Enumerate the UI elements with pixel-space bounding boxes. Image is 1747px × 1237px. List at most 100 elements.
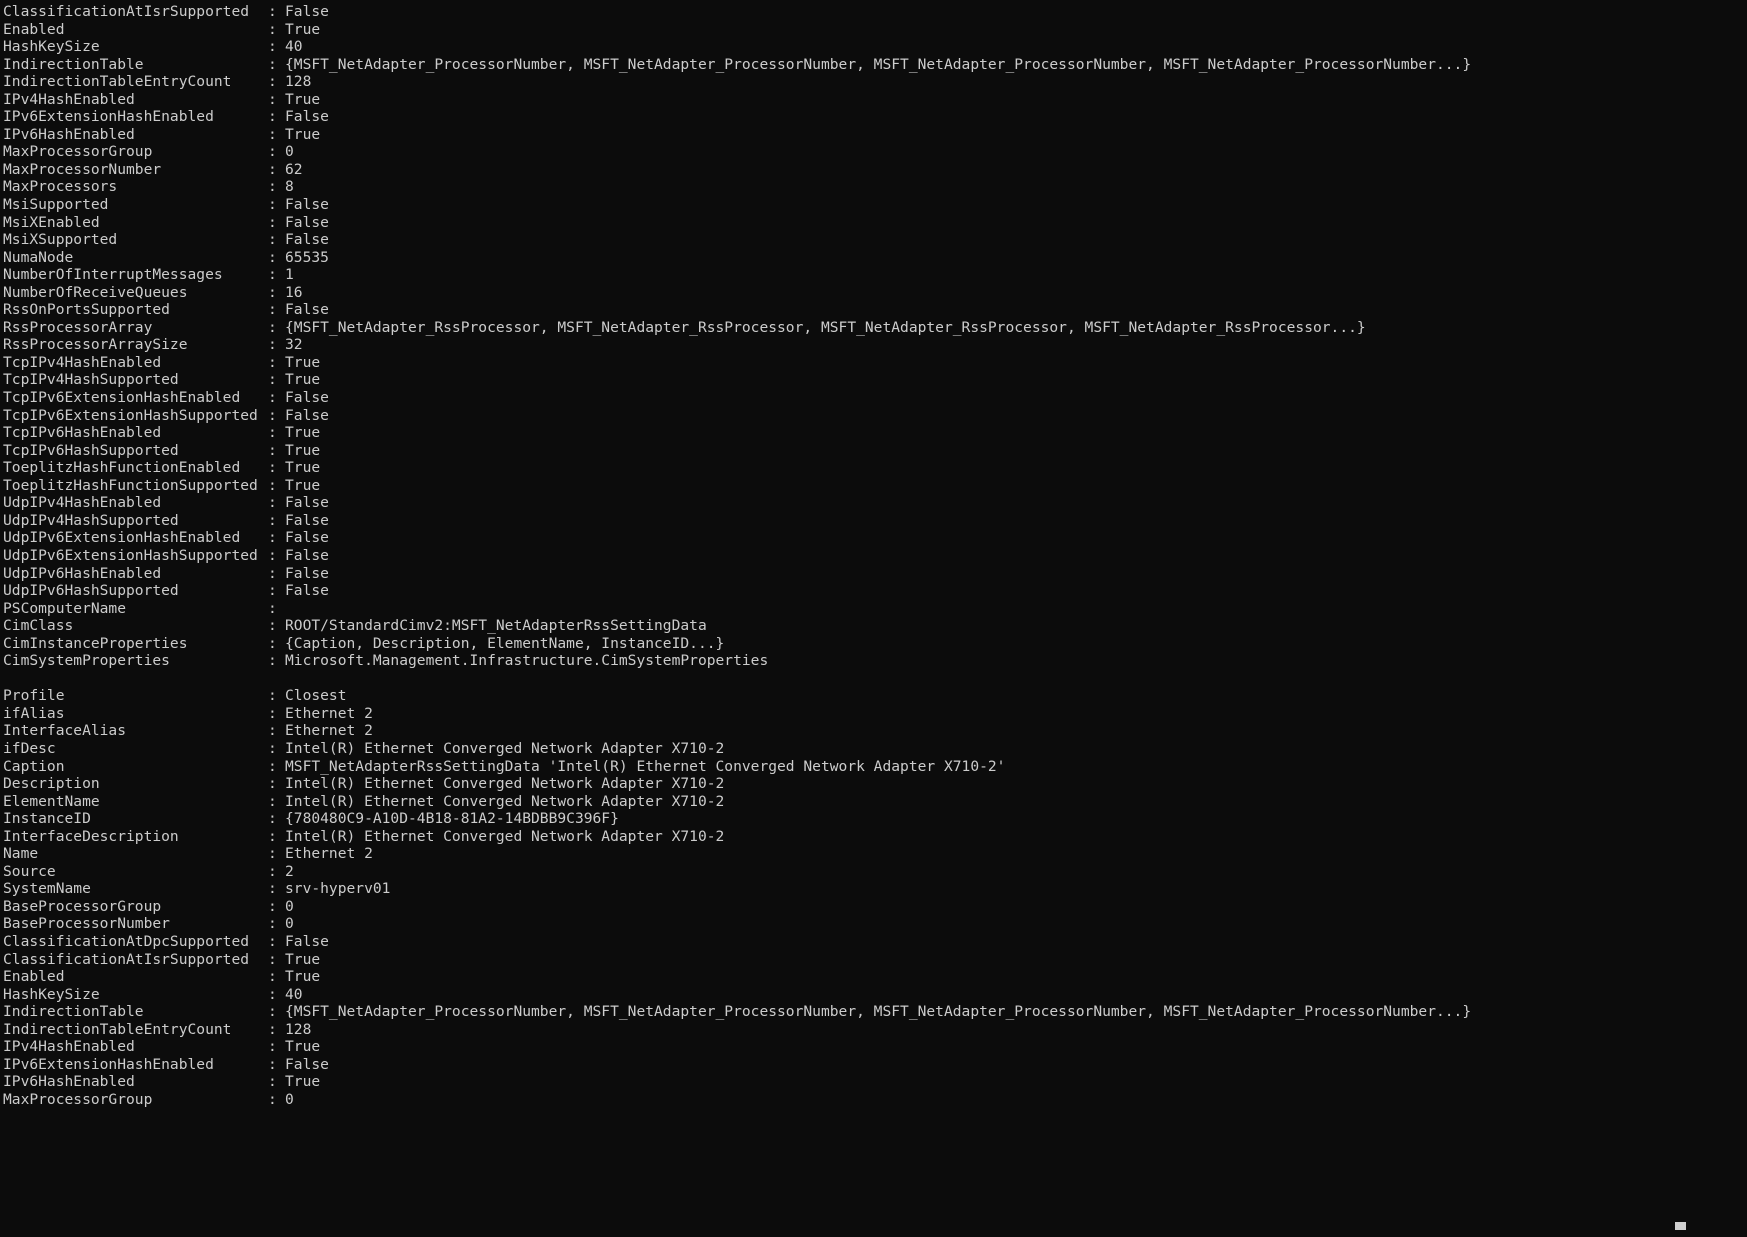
property-line: TcpIPv4HashSupported: True <box>3 371 1747 389</box>
property-separator: : <box>268 810 277 828</box>
property-line: IPv4HashEnabled: True <box>3 91 1747 109</box>
property-separator: : <box>268 827 277 845</box>
property-line: SystemName: srv-hyperv01 <box>3 880 1747 898</box>
property-separator: : <box>268 213 277 231</box>
property-line: Name: Ethernet 2 <box>3 845 1747 863</box>
property-value: srv-hyperv01 <box>285 880 391 898</box>
property-separator: : <box>268 897 277 915</box>
property-name: RssProcessorArraySize <box>3 336 188 354</box>
property-value: Ethernet 2 <box>285 722 373 740</box>
property-name: HashKeySize <box>3 38 100 56</box>
property-value: False <box>285 932 329 950</box>
property-separator: : <box>268 775 277 793</box>
property-name: Enabled <box>3 968 65 986</box>
property-value: False <box>285 564 329 582</box>
property-name: BaseProcessorNumber <box>3 915 170 933</box>
property-line: HashKeySize:40 <box>3 38 1747 56</box>
property-separator: : <box>268 652 277 670</box>
property-line: UdpIPv6ExtensionHashEnabled: False <box>3 529 1747 547</box>
property-line: MaxProcessorGroup:0 <box>3 1091 1747 1109</box>
property-name: CimClass <box>3 617 74 635</box>
property-line: TcpIPv6HashSupported: True <box>3 442 1747 460</box>
property-separator: : <box>268 301 277 319</box>
property-value: True <box>285 353 321 371</box>
property-line: IPv6HashEnabled: True <box>3 1073 1747 1091</box>
property-separator: : <box>268 511 277 529</box>
property-line: UdpIPv6HashEnabled: False <box>3 565 1747 583</box>
property-line: NumaNode:65535 <box>3 249 1747 267</box>
property-value: 65535 <box>285 248 329 266</box>
property-value: False <box>285 582 329 600</box>
property-separator: : <box>268 336 277 354</box>
property-value: True <box>285 441 321 459</box>
property-name: ClassificationAtIsrSupported <box>3 3 250 20</box>
property-separator: : <box>268 441 277 459</box>
property-line: NumberOfReceiveQueues:16 <box>3 284 1747 302</box>
property-name: TcpIPv4HashEnabled <box>3 353 162 371</box>
property-value: 128 <box>285 1020 312 1038</box>
property-line: ElementName: Intel(R) Ethernet Converged … <box>3 793 1747 811</box>
property-separator: : <box>268 1038 277 1056</box>
property-line: MaxProcessorGroup:0 <box>3 143 1747 161</box>
property-separator: : <box>268 1073 277 1091</box>
property-name: Name <box>3 845 39 863</box>
property-separator: : <box>268 634 277 652</box>
property-value: Intel(R) Ethernet Converged Network Adap… <box>285 739 725 757</box>
property-line: ToeplitzHashFunctionSupported: True <box>3 477 1747 495</box>
property-separator: : <box>268 125 277 143</box>
property-name: ToeplitzHashFunctionSupported <box>3 476 258 494</box>
property-line: ifAlias: Ethernet 2 <box>3 705 1747 723</box>
property-line: MsiXSupported: False <box>3 231 1747 249</box>
property-name: PSComputerName <box>3 599 127 617</box>
property-name: SystemName <box>3 880 91 898</box>
property-separator: : <box>268 564 277 582</box>
property-line: BaseProcessorGroup:0 <box>3 898 1747 916</box>
property-name: IndirectionTableEntryCount <box>3 73 232 91</box>
property-name: NumberOfReceiveQueues <box>3 283 188 301</box>
property-name: Enabled <box>3 20 65 38</box>
property-value: {Caption, Description, ElementName, Inst… <box>285 634 725 652</box>
property-line: UdpIPv6ExtensionHashSupported: False <box>3 547 1747 565</box>
console-output-buffer[interactable]: ClassificationAtIsrSupported: False Enable… <box>3 3 1747 1237</box>
property-value: 8 <box>285 178 294 196</box>
property-separator: : <box>268 38 277 56</box>
property-line: Description: Intel(R) Ethernet Converged … <box>3 775 1747 793</box>
property-value: {MSFT_NetAdapter_ProcessorNumber, MSFT_N… <box>285 1003 1472 1021</box>
property-separator: : <box>268 20 277 38</box>
property-separator: : <box>268 406 277 424</box>
property-separator: : <box>268 845 277 863</box>
property-separator: : <box>268 371 277 389</box>
property-name: InterfaceDescription <box>3 827 179 845</box>
property-name: ElementName <box>3 792 100 810</box>
property-name: UdpIPv4HashEnabled <box>3 494 162 512</box>
property-name: IndirectionTableEntryCount <box>3 1020 232 1038</box>
property-name: TcpIPv4HashSupported <box>3 371 179 389</box>
property-line: ClassificationAtIsrSupported: False <box>3 3 1747 21</box>
property-name: InstanceID <box>3 810 91 828</box>
property-separator: : <box>268 915 277 933</box>
property-name: UdpIPv6HashEnabled <box>3 564 162 582</box>
property-line: InterfaceAlias: Ethernet 2 <box>3 722 1747 740</box>
property-separator: : <box>268 494 277 512</box>
property-line: IndirectionTableEntryCount:128 <box>3 1021 1747 1039</box>
property-line: CimSystemProperties: Microsoft.Management… <box>3 652 1747 670</box>
property-name: TcpIPv6HashEnabled <box>3 424 162 442</box>
property-line: ClassificationAtIsrSupported: True <box>3 951 1747 969</box>
property-value: True <box>285 20 321 38</box>
property-separator: : <box>268 1003 277 1021</box>
property-value: Ethernet 2 <box>285 704 373 722</box>
property-name: MsiXSupported <box>3 231 118 249</box>
property-line: UdpIPv6HashSupported: False <box>3 582 1747 600</box>
powershell-console-window[interactable]: ClassificationAtIsrSupported: False Enable… <box>0 0 1747 1237</box>
property-line: IndirectionTable: {MSFT_NetAdapter_Proces… <box>3 56 1747 74</box>
property-value: False <box>285 529 329 547</box>
property-line: ifDesc: Intel(R) Ethernet Converged Netwo… <box>3 740 1747 758</box>
property-separator: : <box>268 546 277 564</box>
property-name: TcpIPv6HashSupported <box>3 441 179 459</box>
property-value: {780480C9-A10D-4B18-81A2-14BDBB9C396F} <box>285 810 619 828</box>
property-separator: : <box>268 3 277 20</box>
property-separator: : <box>268 862 277 880</box>
property-line: ClassificationAtDpcSupported: False <box>3 933 1747 951</box>
property-value: Microsoft.Management.Infrastructure.CimS… <box>285 652 769 670</box>
property-name: ToeplitzHashFunctionEnabled <box>3 459 241 477</box>
